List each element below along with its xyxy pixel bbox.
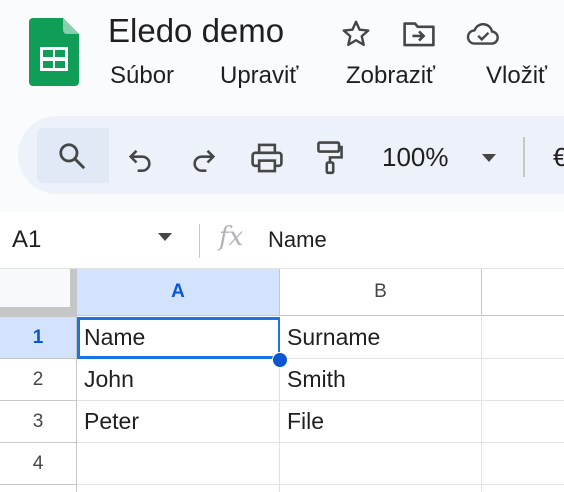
menu-insert[interactable]: Vložiť [486,62,547,90]
column-header-c[interactable] [482,269,564,316]
cell-a5[interactable] [77,485,280,492]
name-box[interactable]: A1 [12,226,41,254]
cell-b3[interactable]: File [280,401,482,443]
select-all-corner[interactable] [0,269,70,307]
redo-icon[interactable] [184,139,224,179]
currency-format-button[interactable]: € [553,142,564,173]
sheets-logo[interactable] [29,18,79,86]
paint-format-icon[interactable] [310,138,350,178]
formula-bar-divider [199,224,200,258]
cloud-saved-icon[interactable] [465,16,501,52]
column-header-b[interactable]: B [280,269,482,316]
frozen-row-bar[interactable] [0,307,77,317]
menu-file[interactable]: Súbor [110,62,174,90]
cell-a1[interactable]: Name [77,317,280,359]
row-header-5[interactable] [0,485,77,492]
search-icon[interactable] [52,136,92,176]
menu-edit[interactable]: Upraviť [220,62,298,90]
move-to-folder-icon[interactable] [401,16,437,52]
zoom-select[interactable]: 100% [382,142,449,173]
cell-a2[interactable]: John [77,359,280,401]
undo-icon[interactable] [120,139,160,179]
toolbar-divider [523,137,525,177]
cell-c3[interactable] [482,401,564,443]
column-header-a[interactable]: A [77,269,280,316]
fx-icon: fx [219,222,244,252]
row-header-3[interactable]: 3 [0,401,77,443]
cell-b5[interactable] [280,485,482,492]
cell-b4[interactable] [280,443,482,485]
cell-c2[interactable] [482,359,564,401]
print-icon[interactable] [247,138,287,178]
name-box-dropdown-icon[interactable] [156,230,174,248]
cell-c1[interactable] [482,317,564,359]
cell-a4[interactable] [77,443,280,485]
chevron-down-icon[interactable] [480,151,498,169]
row-header-2[interactable]: 2 [0,359,77,401]
cell-c4[interactable] [482,443,564,485]
row-header-4[interactable]: 4 [0,443,77,485]
document-title[interactable]: Eledo demo [108,12,284,50]
formula-input[interactable]: Name [268,227,327,253]
menu-view[interactable]: Zobraziť [346,62,435,90]
star-icon[interactable] [338,16,374,52]
fill-handle[interactable] [272,352,288,368]
cell-b1[interactable]: Surname [280,317,482,359]
cell-a3[interactable]: Peter [77,401,280,443]
row-header-1[interactable]: 1 [0,317,77,359]
cell-b2[interactable]: Smith [280,359,482,401]
